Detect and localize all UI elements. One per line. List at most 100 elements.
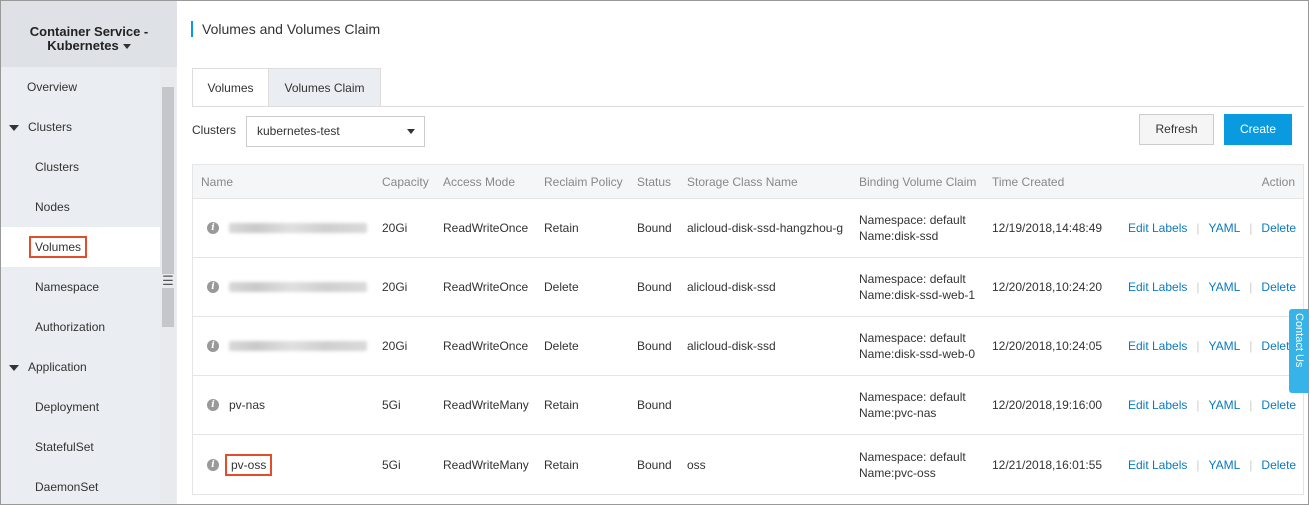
tab-volumes-claim[interactable]: Volumes Claim bbox=[269, 68, 381, 107]
action-separator: | bbox=[1196, 457, 1200, 472]
access-mode-cell: ReadWriteOnce bbox=[443, 221, 529, 235]
cluster-select-value: kubernetes-test bbox=[257, 124, 340, 138]
sidebar-item-label: DaemonSet bbox=[35, 480, 99, 494]
tab-divider bbox=[192, 106, 1304, 107]
delete-link[interactable]: Delete bbox=[1261, 398, 1296, 412]
reclaim-policy-cell: Delete bbox=[544, 339, 579, 353]
yaml-link[interactable]: YAML bbox=[1209, 221, 1241, 235]
binding-namespace: Namespace: default bbox=[859, 449, 966, 464]
edit-labels-link[interactable]: Edit Labels bbox=[1128, 458, 1187, 472]
binding-name: Name:disk-ssd bbox=[859, 229, 939, 243]
table-row: i pv-oss 5Gi ReadWriteMany Retain Bound o… bbox=[193, 435, 1303, 494]
info-icon[interactable]: i bbox=[207, 399, 219, 411]
info-icon[interactable]: i bbox=[207, 340, 219, 352]
sidebar-nav: Overview Clusters Clusters Nodes Volumes… bbox=[1, 67, 177, 505]
sidebar-item-clusters[interactable]: Clusters bbox=[1, 147, 161, 187]
info-icon[interactable]: i bbox=[207, 222, 219, 234]
sidebar-item-label: Clusters bbox=[28, 120, 73, 134]
binding-name: Name:disk-ssd-web-1 bbox=[859, 288, 976, 302]
tab-volumes[interactable]: Volumes bbox=[192, 68, 269, 107]
contact-us-tab[interactable]: Contact Us bbox=[1289, 309, 1309, 393]
sidebar-item-daemonset[interactable]: DaemonSet bbox=[1, 467, 161, 505]
name-cell: i pv-oss bbox=[201, 435, 273, 494]
sidebar-item-volumes[interactable]: Volumes bbox=[1, 227, 161, 267]
status-cell: Bound bbox=[637, 398, 672, 412]
info-icon[interactable]: i bbox=[207, 281, 219, 293]
capacity-cell: 20Gi bbox=[382, 339, 408, 353]
action-separator: | bbox=[1196, 339, 1200, 353]
sidebar-item-label: Authorization bbox=[35, 320, 106, 334]
time-created-cell: 12/20/2018,19:16:00 bbox=[992, 398, 1103, 412]
action-separator: | bbox=[1196, 398, 1200, 412]
sidebar-item-label: Clusters bbox=[35, 160, 80, 174]
table-row: i 20Gi ReadWriteOnce Delete Bound aliclo… bbox=[193, 258, 1303, 317]
product-title-line1: Container Service - bbox=[29, 24, 149, 39]
yaml-link[interactable]: YAML bbox=[1209, 398, 1241, 412]
status-cell: Bound bbox=[637, 339, 672, 353]
binding-claim-cell: Namespace: default Name:disk-ssd-web-0 bbox=[859, 317, 975, 375]
volume-name[interactable]: pv-oss bbox=[225, 453, 273, 476]
info-icon[interactable]: i bbox=[207, 458, 219, 471]
sidebar-item-deployment[interactable]: Deployment bbox=[1, 387, 161, 427]
contact-us-label: Contact Us bbox=[1293, 313, 1305, 368]
storage-class-cell: alicloud-disk-ssd bbox=[687, 339, 776, 353]
time-created-cell: 12/19/2018,14:48:49 bbox=[992, 221, 1103, 235]
sidebar-group-clusters[interactable]: Clusters bbox=[1, 107, 161, 147]
triangle-down-icon bbox=[9, 124, 19, 131]
sidebar-group-application[interactable]: Application bbox=[1, 347, 161, 387]
binding-claim-cell: Namespace: default Name:disk-ssd bbox=[859, 199, 966, 257]
header-action: Action bbox=[1261, 174, 1295, 189]
sidebar-item-label: Deployment bbox=[35, 400, 100, 414]
binding-namespace: Namespace: default bbox=[859, 390, 966, 404]
table-row: i 20Gi ReadWriteOnce Delete Bound aliclo… bbox=[193, 317, 1303, 376]
sidebar-item-label: Nodes bbox=[35, 200, 70, 214]
access-mode-cell: ReadWriteOnce bbox=[443, 339, 529, 353]
triangle-down-icon bbox=[9, 364, 19, 371]
table-row: i pv-nas 5Gi ReadWriteMany Retain Bound N… bbox=[193, 376, 1303, 435]
edit-labels-link[interactable]: Edit Labels bbox=[1128, 280, 1187, 294]
product-switcher[interactable]: Container Service - Kubernetes bbox=[1, 1, 177, 67]
sidebar-item-nodes[interactable]: Nodes bbox=[1, 187, 161, 227]
binding-namespace: Namespace: default bbox=[859, 331, 966, 345]
action-cell: Edit Labels | YAML | Delete bbox=[1128, 376, 1296, 434]
action-separator: | bbox=[1249, 339, 1253, 353]
sidebar-item-label: Volumes bbox=[29, 236, 88, 258]
storage-class-cell: oss bbox=[687, 457, 706, 472]
caret-down-icon bbox=[122, 44, 131, 50]
edit-labels-link[interactable]: Edit Labels bbox=[1128, 221, 1187, 235]
sidebar-item-namespace[interactable]: Namespace bbox=[1, 267, 161, 307]
yaml-link[interactable]: YAML bbox=[1209, 339, 1241, 353]
main-content: Volumes and Volumes Claim Volumes Volume… bbox=[177, 1, 1307, 504]
reclaim-policy-cell: Retain bbox=[544, 221, 579, 235]
action-cell: Edit Labels | YAML | Delete bbox=[1128, 317, 1296, 375]
header-reclaim-policy: Reclaim Policy bbox=[544, 174, 623, 189]
redacted-name bbox=[229, 341, 367, 351]
edit-labels-link[interactable]: Edit Labels bbox=[1128, 398, 1187, 412]
edit-labels-link[interactable]: Edit Labels bbox=[1128, 339, 1187, 353]
refresh-button[interactable]: Refresh bbox=[1139, 114, 1214, 145]
action-separator: | bbox=[1249, 221, 1253, 235]
sidebar-item-label: Application bbox=[28, 360, 87, 374]
yaml-link[interactable]: YAML bbox=[1209, 458, 1241, 472]
cluster-select[interactable]: kubernetes-test bbox=[246, 116, 425, 147]
reclaim-policy-cell: Retain bbox=[544, 398, 579, 412]
delete-link[interactable]: Delete bbox=[1261, 458, 1296, 472]
table-header: Name Capacity Access Mode Reclaim Policy… bbox=[193, 165, 1303, 199]
sidebar-item-label: StatefulSet bbox=[35, 440, 94, 454]
collapse-sidebar-icon[interactable]: ☰ bbox=[162, 274, 174, 288]
scrollbar-thumb[interactable] bbox=[162, 87, 174, 327]
volumes-table: Name Capacity Access Mode Reclaim Policy… bbox=[192, 164, 1304, 495]
header-storage-class: Storage Class Name bbox=[687, 174, 798, 189]
yaml-link[interactable]: YAML bbox=[1209, 280, 1241, 294]
time-created-cell: 12/20/2018,10:24:20 bbox=[992, 280, 1103, 294]
delete-link[interactable]: Delete bbox=[1261, 221, 1296, 235]
sidebar-item-overview[interactable]: Overview bbox=[1, 67, 161, 107]
volume-name[interactable]: pv-nas bbox=[229, 398, 265, 412]
binding-name: Name:pvc-oss bbox=[859, 465, 936, 480]
capacity-cell: 5Gi bbox=[382, 398, 401, 412]
sidebar-item-authorization[interactable]: Authorization bbox=[1, 307, 161, 347]
delete-link[interactable]: Delete bbox=[1261, 280, 1296, 294]
create-button[interactable]: Create bbox=[1224, 114, 1292, 145]
product-title-line2: Kubernetes bbox=[47, 38, 119, 53]
sidebar-item-statefulset[interactable]: StatefulSet bbox=[1, 427, 161, 467]
